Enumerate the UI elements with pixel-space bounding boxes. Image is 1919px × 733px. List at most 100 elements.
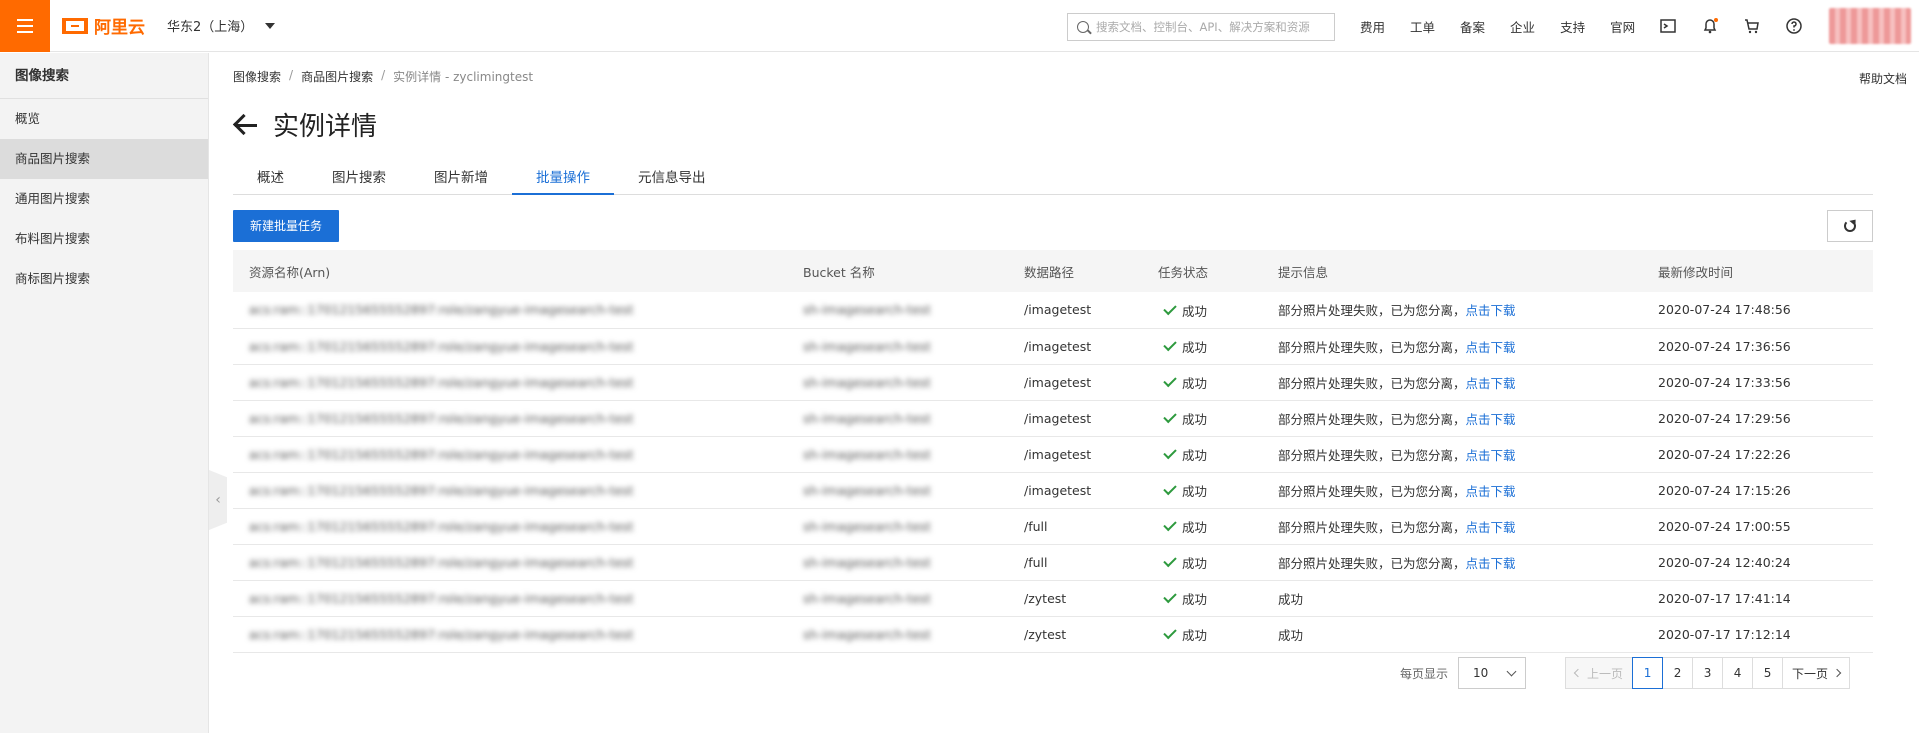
cell-status: 成功 — [1142, 364, 1262, 401]
page-button-4[interactable]: 4 — [1722, 657, 1754, 689]
cell-status: 成功 — [1142, 544, 1262, 581]
cell-message: 成功 — [1262, 616, 1642, 653]
breadcrumb: 图像搜索 / 商品图片搜索 / 实例详情 - zyclimingtest — [233, 68, 533, 85]
chevron-left-icon — [1573, 668, 1583, 678]
status-text: 成功 — [1182, 519, 1208, 535]
breadcrumb-product-image-search[interactable]: 商品图片搜索 — [301, 68, 373, 85]
cell-path: /imagetest — [1008, 364, 1142, 401]
cart-icon[interactable] — [1744, 18, 1760, 34]
next-page-button[interactable]: 下一页 — [1782, 657, 1851, 689]
cell-modified-time: 2020-07-24 17:48:56 — [1642, 292, 1873, 329]
cell-modified-time: 2020-07-24 17:33:56 — [1642, 364, 1873, 401]
column-header-modified-time: 最新修改时间 — [1658, 264, 1734, 280]
table-body: acs:ram::1701215655552897:role/zangyue-i… — [233, 292, 1873, 653]
bucket-value: sh-imagesearch-test — [803, 302, 931, 318]
cell-modified-time: 2020-07-17 17:41:14 — [1642, 580, 1873, 617]
download-link[interactable]: 点击下载 — [1466, 303, 1516, 318]
cell-modified-time: 2020-07-17 17:12:14 — [1642, 616, 1873, 653]
cell-arn: acs:ram::1701215655552897:role/zangyue-i… — [233, 544, 787, 581]
download-link[interactable]: 点击下载 — [1466, 412, 1516, 427]
column-header-arn: 资源名称(Arn) — [249, 264, 331, 280]
breadcrumb-image-search[interactable]: 图像搜索 — [233, 68, 281, 85]
prev-page-button[interactable]: 上一页 — [1565, 657, 1634, 689]
download-link[interactable]: 点击下载 — [1466, 376, 1516, 391]
help-icon[interactable] — [1786, 18, 1802, 34]
global-search-input[interactable]: 搜索文档、控制台、API、解决方案和资源 — [1067, 13, 1335, 41]
nav-enterprise[interactable]: 企业 — [1510, 17, 1535, 36]
download-link[interactable]: 点击下载 — [1466, 484, 1516, 499]
cell-bucket: sh-imagesearch-test — [787, 580, 1008, 617]
page-button-5[interactable]: 5 — [1752, 657, 1784, 689]
refresh-button[interactable] — [1827, 210, 1873, 242]
cell-modified-time: 2020-07-24 17:29:56 — [1642, 400, 1873, 437]
bucket-value: sh-imagesearch-test — [803, 518, 931, 534]
message-text: 部分照片处理失败，已为您分离， — [1278, 555, 1466, 571]
page-button-2[interactable]: 2 — [1662, 657, 1694, 689]
nav-official-site[interactable]: 官网 — [1610, 17, 1635, 36]
bucket-value: sh-imagesearch-test — [803, 554, 931, 570]
status-text: 成功 — [1182, 375, 1208, 391]
tab-overview[interactable]: 概述 — [233, 165, 308, 195]
breadcrumb-separator: / — [381, 68, 386, 82]
cell-path: /imagetest — [1008, 472, 1142, 509]
page-size-select[interactable]: 10 — [1458, 657, 1527, 689]
cell-bucket: sh-imagesearch-test — [787, 400, 1008, 437]
user-avatar[interactable] — [1829, 8, 1911, 44]
back-arrow-icon[interactable] — [233, 113, 257, 137]
tab-image-add[interactable]: 图片新增 — [410, 165, 512, 195]
cell-status: 成功 — [1142, 292, 1262, 329]
sidebar-item-fabric-image-search[interactable]: 布料图片搜索 — [0, 219, 208, 259]
download-link[interactable]: 点击下载 — [1466, 340, 1516, 355]
chevron-right-icon — [1832, 668, 1842, 678]
hamburger-menu-icon[interactable] — [0, 0, 50, 52]
cell-message: 部分照片处理失败，已为您分离，点击下载 — [1262, 544, 1642, 581]
message-text: 部分照片处理失败，已为您分离， — [1278, 447, 1466, 463]
table-row: acs:ram::1701215655552897:role/zangyue-i… — [233, 364, 1873, 401]
tab-batch-operations[interactable]: 批量操作 — [512, 165, 614, 195]
terminal-icon[interactable] — [1660, 18, 1676, 34]
cell-path: /imagetest — [1008, 400, 1142, 437]
arn-value: acs:ram::1701215655552897:role/zangyue-i… — [249, 590, 634, 606]
download-link[interactable]: 点击下载 — [1466, 520, 1516, 535]
bucket-value: sh-imagesearch-test — [803, 446, 931, 462]
cell-status: 成功 — [1142, 436, 1262, 473]
region-label: 华东2（上海） — [167, 20, 254, 35]
aliyun-logo[interactable]: 阿里云 — [62, 13, 145, 38]
check-icon — [1163, 518, 1177, 532]
nav-support[interactable]: 支持 — [1560, 17, 1585, 36]
cell-bucket: sh-imagesearch-test — [787, 544, 1008, 581]
cell-bucket: sh-imagesearch-test — [787, 436, 1008, 473]
arn-value: acs:ram::1701215655552897:role/zangyue-i… — [249, 338, 634, 354]
create-batch-task-button[interactable]: 新建批量任务 — [233, 210, 339, 242]
sidebar: 图像搜索 概览 商品图片搜索 通用图片搜索 布料图片搜索 商标图片搜索 — [0, 53, 209, 733]
cell-arn: acs:ram::1701215655552897:role/zangyue-i… — [233, 400, 787, 437]
sidebar-item-product-image-search[interactable]: 商品图片搜索 — [0, 139, 208, 179]
column-header-bucket: Bucket 名称 — [803, 264, 875, 280]
page-button-1[interactable]: 1 — [1632, 657, 1664, 689]
help-doc-link[interactable]: 帮助文档 — [1859, 70, 1907, 87]
nav-tickets[interactable]: 工单 — [1410, 17, 1435, 36]
sidebar-item-general-image-search[interactable]: 通用图片搜索 — [0, 179, 208, 219]
search-placeholder: 搜索文档、控制台、API、解决方案和资源 — [1096, 20, 1310, 34]
check-icon — [1163, 301, 1177, 316]
sidebar-item-logo-image-search[interactable]: 商标图片搜索 — [0, 259, 208, 299]
nav-fees[interactable]: 费用 — [1360, 17, 1385, 36]
table-row: acs:ram::1701215655552897:role/zangyue-i… — [233, 328, 1873, 365]
bell-icon[interactable] — [1702, 18, 1718, 34]
cell-message: 部分照片处理失败，已为您分离，点击下载 — [1262, 436, 1642, 473]
check-icon — [1163, 554, 1177, 568]
tab-image-search[interactable]: 图片搜索 — [308, 165, 410, 195]
sidebar-item-overview[interactable]: 概览 — [0, 99, 208, 139]
download-link[interactable]: 点击下载 — [1466, 556, 1516, 571]
message-text: 部分照片处理失败，已为您分离， — [1278, 303, 1466, 319]
cell-modified-time: 2020-07-24 17:15:26 — [1642, 472, 1873, 509]
region-selector[interactable]: 华东2（上海） — [167, 16, 276, 35]
page-button-3[interactable]: 3 — [1692, 657, 1724, 689]
nav-icp[interactable]: 备案 — [1460, 17, 1485, 36]
cell-message: 部分照片处理失败，已为您分离，点击下载 — [1262, 364, 1642, 401]
cell-status: 成功 — [1142, 328, 1262, 365]
tab-metadata-export[interactable]: 元信息导出 — [614, 165, 730, 195]
download-link[interactable]: 点击下载 — [1466, 448, 1516, 463]
arn-value: acs:ram::1701215655552897:role/zangyue-i… — [249, 410, 634, 426]
message-text: 成功 — [1278, 591, 1304, 607]
